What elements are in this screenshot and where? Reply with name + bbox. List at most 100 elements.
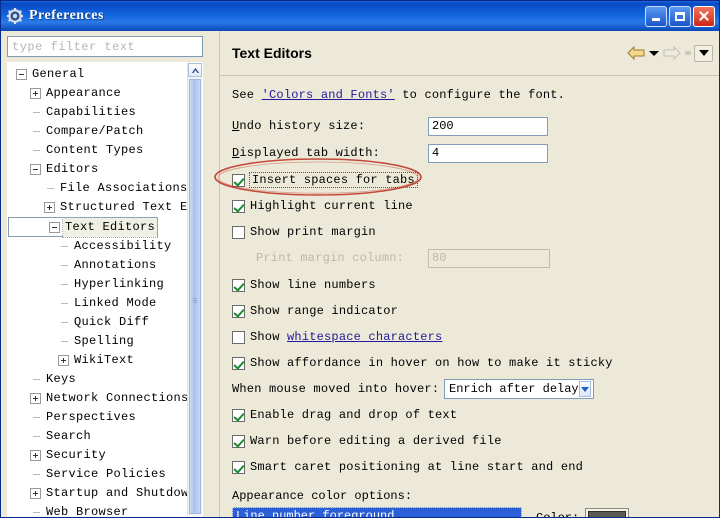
hover-select[interactable]: Enrich after delay bbox=[444, 379, 594, 399]
highlight-current-line-label[interactable]: Highlight current line bbox=[250, 199, 413, 213]
drag-drop-checkbox[interactable] bbox=[232, 408, 245, 422]
search-input[interactable]: type filter text bbox=[7, 36, 203, 57]
close-button[interactable] bbox=[693, 5, 715, 27]
tree-leaf-marker bbox=[58, 260, 69, 271]
search-placeholder: type filter text bbox=[12, 39, 136, 54]
show-line-numbers-row: Show line numbers bbox=[232, 275, 709, 295]
colors-and-fonts-link[interactable]: 'Colors and Fonts' bbox=[262, 88, 395, 102]
sidebar-item-compare-patch[interactable]: Compare/Patch bbox=[8, 122, 188, 141]
sidebar-item-text-editors[interactable]: Text Editors bbox=[8, 216, 159, 238]
minimize-button[interactable] bbox=[645, 5, 667, 27]
color-swatch-button[interactable] bbox=[585, 508, 630, 517]
expand-icon[interactable] bbox=[30, 450, 41, 461]
sidebar-item-service-policies[interactable]: Service Policies bbox=[8, 465, 188, 484]
sidebar-item-label: Service Policies bbox=[46, 467, 167, 481]
intro-prefix: See bbox=[232, 88, 262, 102]
sidebar-item-label: Hyperlinking bbox=[74, 277, 165, 291]
sidebar-item-quick-diff[interactable]: Quick Diff bbox=[8, 313, 188, 332]
sidebar-item-capabilities[interactable]: Capabilities bbox=[8, 103, 188, 122]
smart-caret-label[interactable]: Smart caret positioning at line start an… bbox=[250, 460, 583, 474]
back-arrow-icon[interactable] bbox=[626, 45, 646, 61]
warn-derived-checkbox[interactable] bbox=[232, 434, 245, 448]
expand-icon[interactable] bbox=[58, 355, 69, 366]
sidebar-item-label: Web Browser bbox=[46, 505, 129, 516]
page-title: Text Editors bbox=[232, 45, 312, 61]
drag-drop-label[interactable]: Enable drag and drop of text bbox=[250, 408, 457, 422]
collapse-icon[interactable] bbox=[49, 221, 60, 233]
tree-leaf-marker bbox=[58, 298, 69, 309]
show-line-numbers-checkbox[interactable] bbox=[232, 278, 245, 292]
hover-row: When mouse moved into hover: Enrich afte… bbox=[232, 379, 709, 399]
appearance-color-list[interactable]: Line number foreground bbox=[232, 507, 522, 517]
maximize-button[interactable] bbox=[669, 5, 691, 27]
tree-leaf-marker bbox=[30, 507, 41, 516]
tree-leaf-marker bbox=[44, 183, 55, 194]
sidebar-item-hyperlinking[interactable]: Hyperlinking bbox=[8, 275, 188, 294]
sidebar-item-label: Editors bbox=[46, 162, 99, 176]
expand-icon[interactable] bbox=[30, 393, 41, 404]
tab-width-label: Displayed tab width: bbox=[232, 146, 381, 160]
warn-derived-label[interactable]: Warn before editing a derived file bbox=[250, 434, 502, 448]
whitespace-characters-link[interactable]: whitespace characters bbox=[287, 330, 442, 344]
sidebar-item-accessibility[interactable]: Accessibility bbox=[8, 237, 188, 256]
show-range-indicator-row: Show range indicator bbox=[232, 301, 709, 321]
scroll-up-button[interactable] bbox=[188, 63, 202, 77]
highlight-current-line-row: Highlight current line bbox=[232, 196, 709, 216]
show-print-margin-label[interactable]: Show print margin bbox=[250, 225, 376, 239]
sidebar-item-network-connections[interactable]: Network Connections bbox=[8, 389, 188, 408]
undo-history-input[interactable]: 200 bbox=[428, 116, 548, 136]
show-line-numbers-label[interactable]: Show line numbers bbox=[250, 278, 376, 292]
show-range-indicator-checkbox[interactable] bbox=[232, 304, 245, 318]
intro-suffix: to configure the font. bbox=[394, 88, 566, 102]
tab-width-input[interactable]: 4 bbox=[428, 143, 548, 163]
show-whitespace-checkbox[interactable] bbox=[232, 330, 245, 344]
maximize-icon bbox=[675, 11, 685, 21]
back-dropdown-icon[interactable] bbox=[649, 50, 659, 56]
sidebar-item-security[interactable]: Security bbox=[8, 446, 188, 465]
sidebar-item-spelling[interactable]: Spelling bbox=[8, 332, 188, 351]
show-print-margin-checkbox[interactable] bbox=[232, 225, 245, 239]
view-menu-button[interactable] bbox=[694, 44, 713, 62]
tree-scrollbar[interactable] bbox=[187, 63, 202, 516]
hover-label: When mouse moved into hover: bbox=[232, 382, 440, 396]
sidebar-item-structured-text-e[interactable]: Structured Text E bbox=[8, 198, 188, 217]
undo-history-label-rest: ndo history size: bbox=[239, 119, 366, 133]
sidebar-item-web-browser[interactable]: Web Browser bbox=[8, 503, 188, 516]
preferences-tree: General Appearance Capabilities Compare/Pat… bbox=[7, 62, 203, 517]
scrollbar-thumb[interactable] bbox=[189, 79, 201, 514]
sidebar-item-label: Annotations bbox=[74, 258, 157, 272]
sidebar-item-keys[interactable]: Keys bbox=[8, 370, 188, 389]
tree-list[interactable]: General Appearance Capabilities Compare/Pat… bbox=[8, 63, 188, 516]
sidebar-item-perspectives[interactable]: Perspectives bbox=[8, 408, 188, 427]
expand-icon[interactable] bbox=[44, 202, 55, 213]
sidebar-item-linked-mode[interactable]: Linked Mode bbox=[8, 294, 188, 313]
expand-icon[interactable] bbox=[30, 488, 41, 499]
highlight-current-line-checkbox[interactable] bbox=[232, 199, 245, 213]
show-print-margin-row: Show print margin bbox=[232, 222, 709, 242]
undo-history-label: Undo history size: bbox=[232, 119, 366, 133]
collapse-icon[interactable] bbox=[30, 164, 41, 175]
close-icon bbox=[699, 11, 709, 21]
sidebar-item-content-types[interactable]: Content Types bbox=[8, 141, 188, 160]
show-range-indicator-label[interactable]: Show range indicator bbox=[250, 304, 398, 318]
sidebar-item-appearance[interactable]: Appearance bbox=[8, 84, 188, 103]
show-affordance-checkbox[interactable] bbox=[232, 356, 245, 370]
insert-spaces-checkbox[interactable] bbox=[232, 173, 245, 187]
smart-caret-checkbox[interactable] bbox=[232, 460, 245, 474]
expand-icon[interactable] bbox=[30, 88, 41, 99]
list-item[interactable]: Line number foreground bbox=[232, 507, 522, 517]
collapse-icon[interactable] bbox=[16, 69, 27, 80]
insert-spaces-label[interactable]: Insert spaces for tabs bbox=[249, 172, 418, 188]
sidebar-item-label: Security bbox=[46, 448, 107, 462]
sidebar-item-editors[interactable]: Editors bbox=[8, 160, 188, 179]
sidebar-item-general[interactable]: General bbox=[8, 65, 188, 84]
hover-select-arrow[interactable] bbox=[578, 381, 591, 397]
sidebar-item-annotations[interactable]: Annotations bbox=[8, 256, 188, 275]
sidebar-item-file-associations[interactable]: File Associations bbox=[8, 179, 188, 198]
sidebar-item-label: General bbox=[32, 67, 85, 81]
sidebar-item-wikitext[interactable]: WikiText bbox=[8, 351, 188, 370]
sidebar-item-search[interactable]: Search bbox=[8, 427, 188, 446]
tree-leaf-marker bbox=[58, 317, 69, 328]
sidebar-item-startup-and-shutdown[interactable]: Startup and Shutdown bbox=[8, 484, 188, 503]
show-affordance-label[interactable]: Show affordance in hover on how to make … bbox=[250, 356, 613, 370]
